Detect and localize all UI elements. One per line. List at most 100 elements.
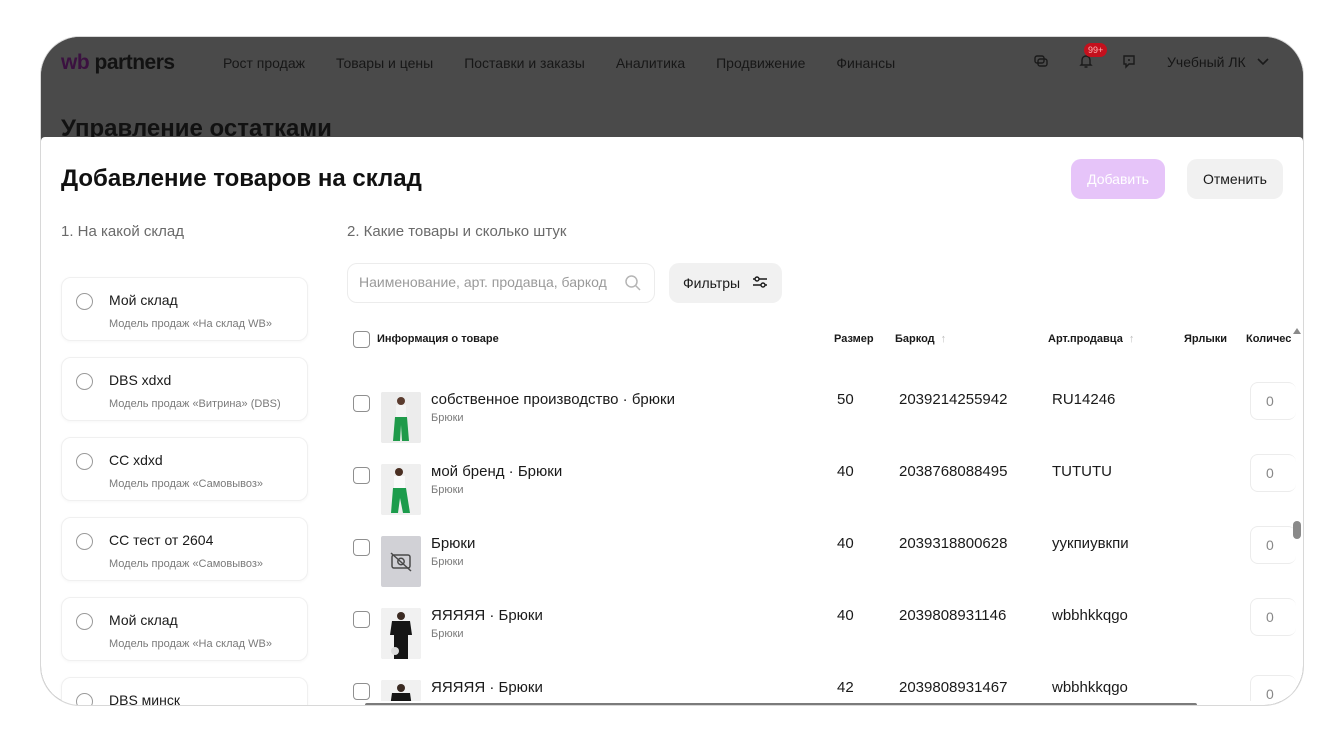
table-header: Информация о товаре Размер Баркод ↑ Арт.п… <box>347 329 1291 351</box>
modal-title: Добавление товаров на склад <box>61 165 422 192</box>
product-name: ЯЯЯЯЯ · Брюки <box>431 607 543 624</box>
row-checkbox[interactable] <box>353 539 370 556</box>
product-subject: Брюки <box>431 412 464 424</box>
top-navigation: wb partners Рост продаж Товары и цены По… <box>41 37 1303 142</box>
warehouse-name: СС xdxd <box>109 452 163 468</box>
product-article: уукпиувкпи <box>1052 535 1129 552</box>
radio-button[interactable] <box>76 293 93 310</box>
support-icon[interactable] <box>1119 53 1139 73</box>
radio-button[interactable] <box>76 693 93 705</box>
search-input[interactable] <box>359 274 619 290</box>
table-row[interactable]: мой бренд · Брюки Брюки 40 2038768088495… <box>347 454 1297 519</box>
cancel-button[interactable]: Отменить <box>1187 159 1283 199</box>
warehouse-model: Модель продаж «Самовывоз» <box>109 558 264 570</box>
product-name: Брюки <box>431 535 476 552</box>
nav-item-analytics[interactable]: Аналитика <box>616 55 685 71</box>
select-all-checkbox[interactable] <box>353 331 370 348</box>
warehouse-name: DBS xdxd <box>109 372 172 388</box>
nav-item-supplies-orders[interactable]: Поставки и заказы <box>464 55 585 71</box>
nav-item-finance[interactable]: Финансы <box>836 55 895 71</box>
step1-label: 1. На какой склад <box>61 223 184 240</box>
warehouse-option[interactable]: СС xdxd Модель продаж «Самовывоз» <box>61 437 308 501</box>
step2-label: 2. Какие товары и сколько штук <box>347 223 567 240</box>
warehouse-name: DBS минск <box>109 692 180 706</box>
filters-label: Фильтры <box>683 275 741 291</box>
no-camera-icon <box>390 552 412 572</box>
row-checkbox[interactable] <box>353 683 370 700</box>
quantity-input[interactable]: 0 <box>1250 598 1296 636</box>
nav-item-promotion[interactable]: Продвижение <box>716 55 805 71</box>
header-article[interactable]: Арт.продавца ↑ <box>1048 333 1134 345</box>
warehouse-model: Модель продаж «На склад WB» <box>109 638 272 650</box>
product-barcode: 2038768088495 <box>899 463 1008 480</box>
quantity-input[interactable]: 0 <box>1250 675 1296 701</box>
warehouse-name: СС тест от 2604 <box>109 532 214 548</box>
product-barcode: 2039808931467 <box>899 679 1008 696</box>
product-name: ЯЯЯЯЯ · Брюки <box>431 679 543 696</box>
row-checkbox[interactable] <box>353 611 370 628</box>
nav-item-goods-prices[interactable]: Товары и цены <box>336 55 433 71</box>
quantity-input[interactable]: 0 <box>1250 382 1296 420</box>
radio-button[interactable] <box>76 453 93 470</box>
header-article-label: Арт.продавца <box>1048 333 1123 345</box>
product-subject: Брюки <box>431 628 464 640</box>
no-image-thumbnail <box>381 536 421 587</box>
warehouse-model: Модель продаж «Самовывоз» <box>109 478 264 490</box>
nav-item-sales-growth[interactable]: Рост продаж <box>223 55 305 71</box>
product-size: 40 <box>837 463 854 480</box>
product-article: TUTUTU <box>1052 463 1112 480</box>
product-name: собственное производство · брюки <box>431 391 675 408</box>
product-barcode: 2039808931146 <box>899 607 1007 624</box>
row-checkbox[interactable] <box>353 395 370 412</box>
header-barcode[interactable]: Баркод ↑ <box>895 333 946 345</box>
warehouse-name: Мой склад <box>109 292 178 308</box>
horizontal-scrollbar[interactable] <box>365 703 1197 705</box>
header-quantity: Количес <box>1246 333 1292 345</box>
account-menu[interactable]: Учебный ЛК <box>1167 54 1270 70</box>
logo[interactable]: wb partners <box>61 51 175 75</box>
header-labels: Ярлыки <box>1184 333 1228 345</box>
search-icon[interactable] <box>624 274 642 292</box>
product-article: wbbhkkqgo <box>1052 679 1128 696</box>
product-size: 50 <box>837 391 854 408</box>
scroll-up-icon <box>1293 328 1301 334</box>
chat-icon[interactable] <box>1031 53 1051 73</box>
app-window: wb partners Рост продаж Товары и цены По… <box>40 36 1304 706</box>
product-size: 40 <box>837 535 854 552</box>
chevron-down-icon <box>1250 54 1270 70</box>
vertical-scrollbar-thumb[interactable] <box>1293 521 1301 539</box>
product-size: 40 <box>837 607 854 624</box>
sort-arrow-icon: ↑ <box>1128 333 1135 345</box>
warehouse-option[interactable]: DBS xdxd Модель продаж «Витрина» (DBS) <box>61 357 308 421</box>
quantity-input[interactable]: 0 <box>1250 454 1296 492</box>
product-subject: Брюки <box>431 484 464 496</box>
warehouse-option[interactable]: Мой склад Модель продаж «На склад WB» <box>61 597 308 661</box>
notification-badge: 99+ <box>1084 43 1108 57</box>
warehouse-name: Мой склад <box>109 612 178 628</box>
product-name: мой бренд · Брюки <box>431 463 563 480</box>
warehouse-model: Модель продаж «Витрина» (DBS) <box>109 398 281 410</box>
quantity-input[interactable]: 0 <box>1250 526 1296 564</box>
add-button[interactable]: Добавить <box>1071 159 1165 199</box>
table-row[interactable]: ЯЯЯЯЯ · Брюки 42 2039808931467 wbbhkkqgo… <box>347 675 1297 701</box>
table-row[interactable]: собственное производство · брюки Брюки 5… <box>347 382 1297 447</box>
radio-button[interactable] <box>76 373 93 390</box>
warehouse-option[interactable]: DBS минск <box>61 677 308 706</box>
warehouse-option[interactable]: Мой склад Модель продаж «На склад WB» <box>61 277 308 341</box>
logo-wb: wb <box>61 51 90 74</box>
vertical-scrollbar[interactable] <box>1293 327 1301 705</box>
table-row[interactable]: Брюки Брюки 40 2039318800628 уукпиувкпи … <box>347 526 1297 591</box>
row-checkbox[interactable] <box>353 467 370 484</box>
product-thumbnail <box>381 392 421 443</box>
radio-button[interactable] <box>76 533 93 550</box>
warehouse-model: Модель продаж «На склад WB» <box>109 318 272 330</box>
table-row[interactable]: ЯЯЯЯЯ · Брюки Брюки 40 2039808931146 wbb… <box>347 598 1297 663</box>
warehouse-list: Мой склад Модель продаж «На склад WB» DB… <box>61 277 308 706</box>
logo-partners: partners <box>94 51 176 74</box>
product-article: RU14246 <box>1052 391 1116 408</box>
radio-button[interactable] <box>76 613 93 630</box>
account-name: Учебный ЛК <box>1167 54 1246 70</box>
filters-button[interactable]: Фильтры <box>669 263 782 303</box>
product-thumbnail <box>381 680 421 701</box>
warehouse-option[interactable]: СС тест от 2604 Модель продаж «Самовывоз… <box>61 517 308 581</box>
